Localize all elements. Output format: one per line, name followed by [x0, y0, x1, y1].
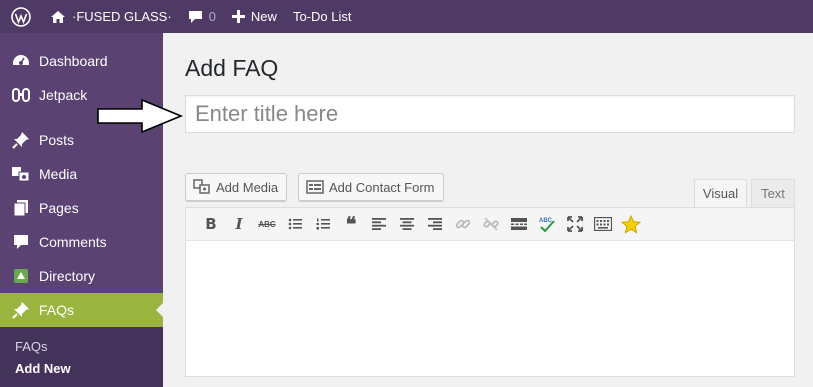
add-media-button[interactable]: Add Media: [185, 173, 288, 201]
sidebar-item-label: Directory: [39, 268, 96, 284]
dashboard-icon: [11, 51, 31, 71]
sidebar-item-media[interactable]: Media: [0, 157, 163, 191]
admin-sidebar: Dashboard Jetpack Posts Media Pages Comm…: [0, 33, 163, 387]
comment-icon: [188, 10, 202, 23]
spellcheck-icon: ABC: [539, 218, 555, 232]
blockquote-button[interactable]: ❝: [337, 210, 365, 238]
directory-icon: [11, 266, 31, 286]
align-center-icon: [400, 218, 414, 230]
fullscreen-icon: [567, 216, 583, 232]
content-editor: B I ABC ❝ ABC: [185, 207, 795, 377]
comments-link[interactable]: 0: [180, 0, 224, 33]
numbered-list-button[interactable]: [309, 210, 337, 238]
toolbar-toggle-button[interactable]: [589, 210, 617, 238]
admin-bar: ·FUSED GLASS· 0 New To-Do List: [0, 0, 813, 33]
title-input[interactable]: [185, 95, 795, 133]
fullscreen-button[interactable]: [561, 210, 589, 238]
todo-list-link[interactable]: To-Do List: [285, 0, 360, 33]
sidebar-item-label: Comments: [39, 234, 107, 250]
sidebar-item-comments[interactable]: Comments: [0, 225, 163, 259]
favorite-button[interactable]: [617, 210, 645, 238]
keyboard-icon: [594, 217, 612, 231]
sidebar-item-label: Pages: [39, 200, 79, 216]
tab-text[interactable]: Text: [751, 179, 795, 208]
spellcheck-button[interactable]: ABC: [533, 210, 561, 238]
pages-icon: [11, 198, 31, 218]
home-icon: [51, 10, 65, 23]
read-more-icon: [511, 218, 527, 230]
read-more-button[interactable]: [505, 210, 533, 238]
jetpack-icon: [11, 85, 31, 105]
sidebar-item-dashboard[interactable]: Dashboard: [0, 44, 163, 78]
submenu-item-add-new[interactable]: Add New: [0, 357, 163, 379]
remove-link-button[interactable]: [477, 210, 505, 238]
form-icon: [306, 180, 324, 194]
bullet-list-icon: [288, 218, 302, 230]
submenu-item-faqs[interactable]: FAQs: [0, 335, 163, 357]
align-right-icon: [428, 218, 442, 230]
italic-button[interactable]: I: [225, 210, 253, 238]
new-content-link[interactable]: New: [224, 0, 285, 33]
unlink-icon: [483, 217, 499, 231]
plus-icon: [231, 10, 245, 23]
link-icon: [455, 219, 471, 229]
sidebar-item-label: Posts: [39, 132, 75, 148]
comments-count: 0: [208, 9, 216, 24]
sidebar-item-faqs[interactable]: FAQs: [0, 293, 163, 327]
wordpress-logo-icon[interactable]: [0, 0, 42, 33]
editor-toolbar: B I ABC ❝ ABC: [186, 208, 794, 241]
align-center-button[interactable]: [393, 210, 421, 238]
site-name: ·FUSED GLASS·: [72, 9, 172, 24]
todo-label: To-Do List: [292, 9, 352, 24]
site-name-link[interactable]: ·FUSED GLASS·: [42, 0, 180, 33]
star-icon: [621, 214, 641, 234]
strikethrough-button[interactable]: ABC: [253, 210, 281, 238]
sidebar-item-label: Jetpack: [39, 87, 88, 103]
add-contact-form-label: Add Contact Form: [329, 179, 435, 195]
align-left-icon: [372, 218, 386, 230]
sidebar-item-label: Media: [39, 166, 78, 182]
media-icon: [193, 179, 210, 194]
add-media-label: Add Media: [216, 179, 279, 195]
media-icon: [11, 164, 31, 184]
svg-text:ABC: ABC: [539, 218, 553, 224]
numbered-list-icon: [316, 218, 330, 230]
sidebar-item-directory[interactable]: Directory: [0, 259, 163, 293]
tab-visual[interactable]: Visual: [694, 179, 747, 208]
new-label: New: [250, 9, 277, 24]
pointer-arrow-icon: [97, 98, 184, 134]
sidebar-item-label: Dashboard: [39, 53, 108, 69]
sidebar-item-pages[interactable]: Pages: [0, 191, 163, 225]
comment-icon: [11, 232, 31, 252]
bold-button[interactable]: B: [197, 210, 225, 238]
pin-icon: [11, 130, 31, 150]
bullet-list-button[interactable]: [281, 210, 309, 238]
align-left-button[interactable]: [365, 210, 393, 238]
sidebar-item-label: FAQs: [39, 302, 75, 318]
faqs-submenu: FAQs Add New: [0, 327, 163, 387]
add-contact-form-button[interactable]: Add Contact Form: [298, 173, 444, 201]
pin-icon: [11, 300, 31, 320]
insert-link-button[interactable]: [449, 210, 477, 238]
align-right-button[interactable]: [421, 210, 449, 238]
page-title: Add FAQ: [185, 55, 279, 81]
main-content: Add FAQ Add Media Add Contact Form Visua…: [163, 33, 813, 377]
